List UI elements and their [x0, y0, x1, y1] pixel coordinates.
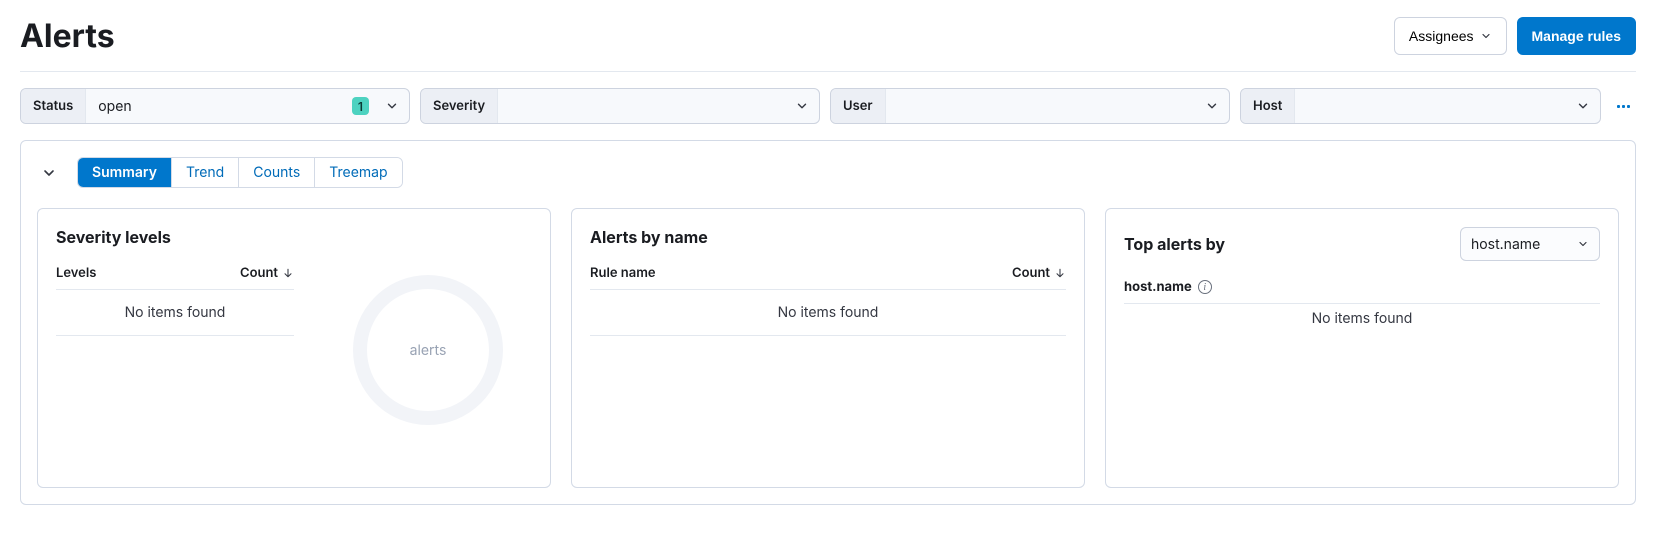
- top-groupby-select[interactable]: host.name: [1460, 227, 1600, 261]
- more-filters-button[interactable]: [1611, 99, 1636, 114]
- byname-card-title: Alerts by name: [590, 227, 1066, 247]
- chevron-down-icon: [1205, 99, 1219, 113]
- more-dot-icon: [1627, 105, 1630, 108]
- donut-center-label: alerts: [410, 342, 447, 359]
- chevron-down-icon: [385, 99, 399, 113]
- collapse-toggle[interactable]: [37, 161, 61, 185]
- top-card-title: Top alerts by: [1124, 234, 1225, 254]
- severity-card-title: Severity levels: [56, 227, 532, 247]
- status-filter-chevron[interactable]: [375, 89, 409, 123]
- sort-down-icon: [1054, 267, 1066, 279]
- assignees-button[interactable]: Assignees: [1394, 17, 1507, 55]
- assignees-label: Assignees: [1409, 28, 1474, 44]
- user-filter[interactable]: User: [830, 88, 1230, 124]
- host-filter-label: Host: [1241, 89, 1295, 123]
- tab-summary[interactable]: Summary: [78, 158, 172, 187]
- tab-counts[interactable]: Counts: [239, 158, 315, 187]
- status-filter-label: Status: [21, 89, 86, 123]
- top-groupby-value: host.name: [1471, 236, 1540, 253]
- visualizations-panel: Summary Trend Counts Treemap Severity le…: [20, 140, 1636, 505]
- top-alerts-card: Top alerts by host.name host.name i No i…: [1105, 208, 1619, 488]
- severity-count-label: Count: [240, 265, 278, 281]
- host-filter-value: [1295, 89, 1566, 123]
- severity-levels-card: Severity levels Levels Count No items fo…: [37, 208, 551, 488]
- severity-filter[interactable]: Severity: [420, 88, 820, 124]
- tab-group: Summary Trend Counts Treemap: [77, 157, 403, 188]
- byname-col-rule[interactable]: Rule name: [590, 265, 656, 281]
- status-filter-count: 1: [352, 97, 369, 115]
- info-icon[interactable]: i: [1198, 280, 1212, 294]
- chevron-down-icon: [1577, 238, 1589, 250]
- severity-col-levels[interactable]: Levels: [56, 265, 96, 281]
- severity-filter-label: Severity: [421, 89, 498, 123]
- byname-empty: No items found: [590, 290, 1066, 336]
- severity-empty: No items found: [56, 290, 294, 336]
- byname-col-count[interactable]: Count: [1012, 265, 1066, 281]
- donut-chart: alerts: [353, 275, 503, 425]
- user-filter-value: [886, 89, 1195, 123]
- chevron-down-icon: [795, 99, 809, 113]
- chevron-down-icon: [1480, 30, 1492, 42]
- filters-row: Status open 1 Severity User Host: [20, 88, 1636, 124]
- top-sublabel: host.name: [1124, 279, 1192, 295]
- page-title: Alerts: [20, 16, 115, 55]
- byname-count-label: Count: [1012, 265, 1050, 281]
- more-dot-icon: [1622, 105, 1625, 108]
- status-filter[interactable]: Status open 1: [20, 88, 410, 124]
- manage-rules-button[interactable]: Manage rules: [1517, 17, 1636, 55]
- alerts-by-name-card: Alerts by name Rule name Count No items …: [571, 208, 1085, 488]
- user-filter-label: User: [831, 89, 886, 123]
- user-filter-chevron[interactable]: [1195, 89, 1229, 123]
- header-actions: Assignees Manage rules: [1394, 17, 1636, 55]
- tabs-row: Summary Trend Counts Treemap: [37, 157, 1619, 188]
- severity-filter-chevron[interactable]: [785, 89, 819, 123]
- host-filter[interactable]: Host: [1240, 88, 1601, 124]
- tab-trend[interactable]: Trend: [172, 158, 239, 187]
- chevron-down-icon: [1576, 99, 1590, 113]
- cards-row: Severity levels Levels Count No items fo…: [37, 208, 1619, 488]
- severity-table: Levels Count No items found: [56, 265, 294, 435]
- severity-donut-chart: alerts: [324, 265, 532, 435]
- severity-filter-value: [498, 89, 785, 123]
- top-empty: No items found: [1124, 304, 1600, 333]
- more-dot-icon: [1617, 105, 1620, 108]
- status-filter-value: open: [86, 89, 352, 123]
- sort-down-icon: [282, 267, 294, 279]
- severity-col-count[interactable]: Count: [240, 265, 294, 281]
- chevron-down-icon: [41, 165, 57, 181]
- tab-treemap[interactable]: Treemap: [315, 158, 401, 187]
- manage-rules-label: Manage rules: [1532, 28, 1621, 44]
- host-filter-chevron[interactable]: [1566, 89, 1600, 123]
